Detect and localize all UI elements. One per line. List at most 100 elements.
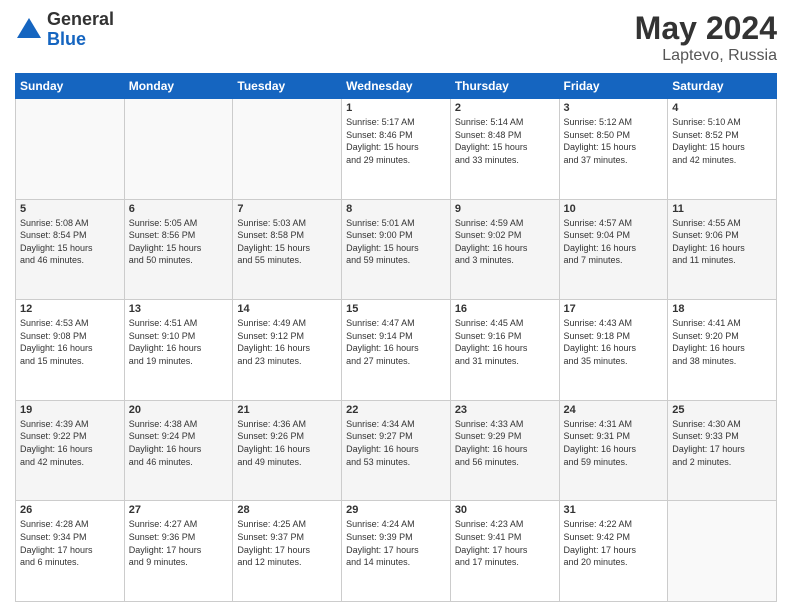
day-number: 24: [564, 404, 664, 416]
day-cell: [233, 99, 342, 200]
day-number: 12: [20, 303, 120, 315]
day-cell: 23Sunrise: 4:33 AM Sunset: 9:29 PM Dayli…: [450, 400, 559, 501]
day-info: Sunrise: 4:33 AM Sunset: 9:29 PM Dayligh…: [455, 418, 555, 468]
week-row-3: 12 Sunrise: 4:53 AM Sunset: 9:08 PM Dayli…: [16, 300, 777, 401]
day-cell: 12 Sunrise: 4:53 AM Sunset: 9:08 PM Dayli…: [16, 300, 125, 401]
day-info: Sunrise: 4:36 AM Sunset: 9:26 PM Dayligh…: [237, 418, 337, 468]
day-cell: 4 Sunrise: 5:10 AM Sunset: 8:52 PM Daylig…: [668, 99, 777, 200]
day-cell: 27 Sunrise: 4:27 AM Sunset: 9:36 PM Dayli…: [124, 501, 233, 602]
day-number: 10: [564, 203, 664, 215]
day-info: Sunrise: 4:51 AM Sunset: 9:10 PM Dayligh…: [129, 317, 229, 367]
day-number: 20: [129, 404, 229, 416]
day-number: 7: [237, 203, 337, 215]
col-header-sunday: Sunday: [16, 74, 125, 99]
day-cell: 13 Sunrise: 4:51 AM Sunset: 9:10 PM Dayli…: [124, 300, 233, 401]
day-info: Sunrise: 5:03 AM Sunset: 8:58 PM Dayligh…: [237, 217, 337, 267]
day-info: Sunrise: 5:10 AM Sunset: 8:52 PM Dayligh…: [672, 116, 772, 166]
day-cell: 2Sunrise: 5:14 AM Sunset: 8:48 PM Daylig…: [450, 99, 559, 200]
day-cell: 10 Sunrise: 4:57 AM Sunset: 9:04 PM Dayli…: [559, 199, 668, 300]
day-number: 22: [346, 404, 446, 416]
day-cell: 6 Sunrise: 5:05 AM Sunset: 8:56 PM Daylig…: [124, 199, 233, 300]
day-cell: 29 Sunrise: 4:24 AM Sunset: 9:39 PM Dayli…: [342, 501, 451, 602]
day-number: 17: [564, 303, 664, 315]
day-info: Sunrise: 4:59 AM Sunset: 9:02 PM Dayligh…: [455, 217, 555, 267]
day-number: 4: [672, 102, 772, 114]
day-info: Sunrise: 5:01 AM Sunset: 9:00 PM Dayligh…: [346, 217, 446, 267]
day-info: Sunrise: 4:27 AM Sunset: 9:36 PM Dayligh…: [129, 518, 229, 568]
day-number: 1: [346, 102, 446, 114]
day-cell: [668, 501, 777, 602]
day-cell: 22Sunrise: 4:34 AM Sunset: 9:27 PM Dayli…: [342, 400, 451, 501]
day-cell: 5Sunrise: 5:08 AM Sunset: 8:54 PM Daylig…: [16, 199, 125, 300]
day-cell: 31 Sunrise: 4:22 AM Sunset: 9:42 PM Dayli…: [559, 501, 668, 602]
day-number: 9: [455, 203, 555, 215]
day-number: 29: [346, 504, 446, 516]
calendar-title: May 2024: [635, 10, 777, 47]
day-cell: 18 Sunrise: 4:41 AM Sunset: 9:20 PM Dayli…: [668, 300, 777, 401]
day-number: 31: [564, 504, 664, 516]
day-info: Sunrise: 5:05 AM Sunset: 8:56 PM Dayligh…: [129, 217, 229, 267]
day-cell: 17 Sunrise: 4:43 AM Sunset: 9:18 PM Dayli…: [559, 300, 668, 401]
day-info: Sunrise: 4:39 AM Sunset: 9:22 PM Dayligh…: [20, 418, 120, 468]
day-info: Sunrise: 5:17 AM Sunset: 8:46 PM Dayligh…: [346, 116, 446, 166]
day-number: 25: [672, 404, 772, 416]
header: General Blue May 2024 Laptevo, Russia: [15, 10, 777, 65]
day-number: 21: [237, 404, 337, 416]
day-info: Sunrise: 4:25 AM Sunset: 9:37 PM Dayligh…: [237, 518, 337, 568]
day-info: Sunrise: 4:57 AM Sunset: 9:04 PM Dayligh…: [564, 217, 664, 267]
day-info: Sunrise: 5:08 AM Sunset: 8:54 PM Dayligh…: [20, 217, 120, 267]
day-info: Sunrise: 4:45 AM Sunset: 9:16 PM Dayligh…: [455, 317, 555, 367]
day-cell: [16, 99, 125, 200]
day-number: 14: [237, 303, 337, 315]
day-cell: 11Sunrise: 4:55 AM Sunset: 9:06 PM Dayli…: [668, 199, 777, 300]
day-number: 27: [129, 504, 229, 516]
col-header-monday: Monday: [124, 74, 233, 99]
day-number: 30: [455, 504, 555, 516]
day-number: 26: [20, 504, 120, 516]
col-header-tuesday: Tuesday: [233, 74, 342, 99]
day-cell: 14 Sunrise: 4:49 AM Sunset: 9:12 PM Dayli…: [233, 300, 342, 401]
logo-icon: [15, 16, 43, 44]
title-block: May 2024 Laptevo, Russia: [635, 10, 777, 65]
day-number: 6: [129, 203, 229, 215]
day-cell: 9 Sunrise: 4:59 AM Sunset: 9:02 PM Daylig…: [450, 199, 559, 300]
day-info: Sunrise: 4:49 AM Sunset: 9:12 PM Dayligh…: [237, 317, 337, 367]
day-cell: 1 Sunrise: 5:17 AM Sunset: 8:46 PM Daylig…: [342, 99, 451, 200]
day-number: 8: [346, 203, 446, 215]
day-cell: [124, 99, 233, 200]
day-info: Sunrise: 4:22 AM Sunset: 9:42 PM Dayligh…: [564, 518, 664, 568]
day-info: Sunrise: 4:24 AM Sunset: 9:39 PM Dayligh…: [346, 518, 446, 568]
day-number: 28: [237, 504, 337, 516]
day-info: Sunrise: 4:55 AM Sunset: 9:06 PM Dayligh…: [672, 217, 772, 267]
day-number: 19: [20, 404, 120, 416]
week-row-1: 1 Sunrise: 5:17 AM Sunset: 8:46 PM Daylig…: [16, 99, 777, 200]
logo: General Blue: [15, 10, 114, 50]
day-cell: 16 Sunrise: 4:45 AM Sunset: 9:16 PM Dayli…: [450, 300, 559, 401]
page: General Blue May 2024 Laptevo, Russia Su…: [0, 0, 792, 612]
day-info: Sunrise: 4:38 AM Sunset: 9:24 PM Dayligh…: [129, 418, 229, 468]
col-header-friday: Friday: [559, 74, 668, 99]
day-info: Sunrise: 4:41 AM Sunset: 9:20 PM Dayligh…: [672, 317, 772, 367]
day-info: Sunrise: 4:31 AM Sunset: 9:31 PM Dayligh…: [564, 418, 664, 468]
week-row-4: 19 Sunrise: 4:39 AM Sunset: 9:22 PM Dayli…: [16, 400, 777, 501]
week-row-2: 5Sunrise: 5:08 AM Sunset: 8:54 PM Daylig…: [16, 199, 777, 300]
logo-text: General Blue: [47, 10, 114, 50]
day-info: Sunrise: 4:30 AM Sunset: 9:33 PM Dayligh…: [672, 418, 772, 468]
day-number: 18: [672, 303, 772, 315]
day-number: 16: [455, 303, 555, 315]
day-info: Sunrise: 5:14 AM Sunset: 8:48 PM Dayligh…: [455, 116, 555, 166]
day-cell: 19 Sunrise: 4:39 AM Sunset: 9:22 PM Dayli…: [16, 400, 125, 501]
day-cell: 24 Sunrise: 4:31 AM Sunset: 9:31 PM Dayli…: [559, 400, 668, 501]
logo-general-text: General: [47, 10, 114, 30]
day-cell: 20 Sunrise: 4:38 AM Sunset: 9:24 PM Dayli…: [124, 400, 233, 501]
day-cell: 8 Sunrise: 5:01 AM Sunset: 9:00 PM Daylig…: [342, 199, 451, 300]
day-info: Sunrise: 4:43 AM Sunset: 9:18 PM Dayligh…: [564, 317, 664, 367]
day-cell: 3Sunrise: 5:12 AM Sunset: 8:50 PM Daylig…: [559, 99, 668, 200]
col-header-wednesday: Wednesday: [342, 74, 451, 99]
day-number: 13: [129, 303, 229, 315]
day-info: Sunrise: 4:23 AM Sunset: 9:41 PM Dayligh…: [455, 518, 555, 568]
day-number: 3: [564, 102, 664, 114]
day-info: Sunrise: 4:53 AM Sunset: 9:08 PM Dayligh…: [20, 317, 120, 367]
day-cell: 25 Sunrise: 4:30 AM Sunset: 9:33 PM Dayli…: [668, 400, 777, 501]
day-cell: 30 Sunrise: 4:23 AM Sunset: 9:41 PM Dayli…: [450, 501, 559, 602]
